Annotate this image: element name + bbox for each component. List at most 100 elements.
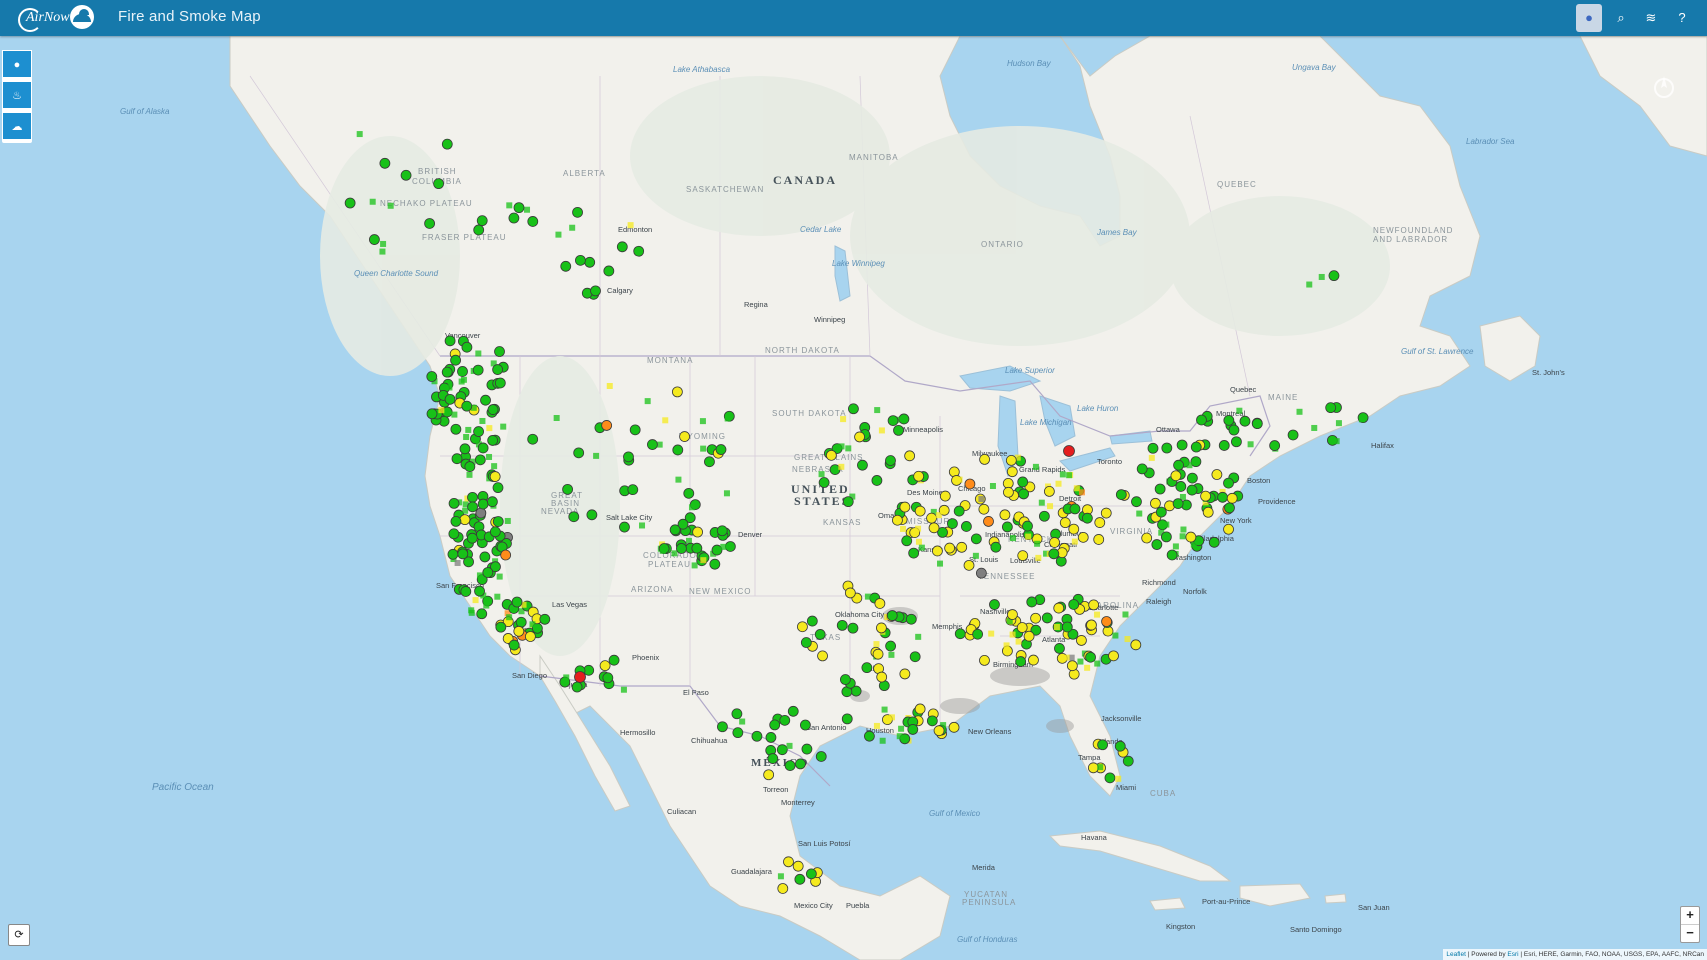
monitor-marker[interactable] xyxy=(944,542,956,554)
monitor-marker[interactable] xyxy=(426,408,438,420)
monitor-marker[interactable] xyxy=(489,471,501,482)
monitor-marker[interactable] xyxy=(572,206,583,218)
monitor-marker[interactable] xyxy=(848,403,859,415)
monitor-marker[interactable] xyxy=(933,725,945,737)
monitor-marker[interactable] xyxy=(584,256,596,268)
monitor-marker[interactable] xyxy=(1122,755,1134,767)
monitor-marker[interactable] xyxy=(1076,635,1087,646)
sensor-marker[interactable] xyxy=(1190,541,1197,548)
monitor-marker[interactable] xyxy=(527,433,539,445)
sensor-marker[interactable] xyxy=(1059,471,1066,478)
monitor-marker[interactable] xyxy=(1218,440,1230,451)
monitor-marker[interactable] xyxy=(956,541,968,553)
sensor-marker[interactable] xyxy=(639,522,646,529)
monitor-marker[interactable] xyxy=(676,543,687,554)
sensor-marker[interactable] xyxy=(1003,642,1010,649)
sensor-marker[interactable] xyxy=(1318,273,1325,280)
monitor-marker[interactable] xyxy=(885,455,896,466)
monitor-marker[interactable] xyxy=(500,549,512,561)
sensor-marker[interactable] xyxy=(479,417,486,424)
monitor-marker[interactable] xyxy=(1151,539,1163,550)
monitor-marker[interactable] xyxy=(1217,491,1228,503)
sensor-marker[interactable] xyxy=(379,248,386,255)
sensor-marker[interactable] xyxy=(506,614,513,621)
monitor-marker[interactable] xyxy=(1087,762,1099,774)
monitor-marker[interactable] xyxy=(450,354,461,366)
monitor-marker[interactable] xyxy=(1239,415,1251,427)
monitor-marker[interactable] xyxy=(864,730,875,742)
sensor-marker[interactable] xyxy=(838,463,845,470)
monitor-marker[interactable] xyxy=(876,622,887,634)
monitor-marker[interactable] xyxy=(444,335,456,347)
sensor-marker[interactable] xyxy=(1124,636,1131,643)
monitor-marker[interactable] xyxy=(1170,470,1182,482)
sensor-marker[interactable] xyxy=(627,222,634,229)
sensor-marker[interactable] xyxy=(458,378,465,385)
sensor-marker[interactable] xyxy=(446,384,453,391)
monitor-marker[interactable] xyxy=(1172,498,1184,510)
monitor-marker[interactable] xyxy=(1104,772,1116,784)
monitor-marker[interactable] xyxy=(1147,442,1159,454)
search-button[interactable]: ⌕ xyxy=(1608,4,1634,32)
sensor-marker[interactable] xyxy=(1047,503,1054,510)
sensor-marker[interactable] xyxy=(845,445,852,452)
monitor-marker[interactable] xyxy=(1154,483,1166,495)
monitor-marker[interactable] xyxy=(457,548,469,560)
monitor-marker[interactable] xyxy=(978,503,990,515)
monitor-marker[interactable] xyxy=(709,558,721,570)
monitor-marker[interactable] xyxy=(492,364,504,375)
monitor-marker[interactable] xyxy=(447,548,459,560)
sensor-marker[interactable] xyxy=(1115,775,1122,782)
monitor-marker[interactable] xyxy=(1094,517,1106,528)
monitor-marker[interactable] xyxy=(1069,503,1081,515)
sensor-marker[interactable] xyxy=(724,415,731,422)
monitor-marker[interactable] xyxy=(1006,466,1018,478)
sensor-marker[interactable] xyxy=(1333,438,1340,445)
monitor-marker[interactable] xyxy=(691,542,703,554)
monitor-marker[interactable] xyxy=(899,501,911,513)
monitor-marker[interactable] xyxy=(590,285,601,297)
monitor-marker[interactable] xyxy=(1175,481,1187,492)
basemap[interactable]: CANADA UNITED STATES MÉXICO CUBA BRITISH… xyxy=(0,36,1707,960)
monitor-marker[interactable] xyxy=(629,424,641,436)
sensor-marker[interactable] xyxy=(1025,533,1032,540)
monitor-marker[interactable] xyxy=(1002,477,1014,489)
sensor-marker[interactable] xyxy=(878,427,885,434)
sensor-marker[interactable] xyxy=(879,737,886,744)
monitor-marker[interactable] xyxy=(999,509,1011,521)
sensor-marker[interactable] xyxy=(486,453,493,460)
monitor-marker[interactable] xyxy=(914,703,926,715)
monitor-marker[interactable] xyxy=(1001,521,1013,533)
sensor-marker[interactable] xyxy=(1311,424,1318,431)
sensor-marker[interactable] xyxy=(1055,480,1062,487)
sensor-marker[interactable] xyxy=(864,593,871,600)
monitor-marker[interactable] xyxy=(1223,523,1234,535)
monitor-marker[interactable] xyxy=(825,449,837,461)
monitor-marker[interactable] xyxy=(751,730,763,742)
sensor-marker[interactable] xyxy=(1247,441,1254,448)
sensor-marker[interactable] xyxy=(873,641,880,648)
monitor-marker[interactable] xyxy=(473,426,484,437)
monitor-marker[interactable] xyxy=(769,719,781,731)
monitor-marker[interactable] xyxy=(975,567,987,579)
monitor-marker[interactable] xyxy=(1115,489,1127,501)
monitor-marker[interactable] xyxy=(909,651,921,663)
monitor-marker[interactable] xyxy=(586,509,598,521)
monitor-marker[interactable] xyxy=(1059,517,1071,529)
monitor-marker[interactable] xyxy=(704,456,715,468)
monitor-marker[interactable] xyxy=(1251,418,1263,430)
monitor-marker[interactable] xyxy=(1224,502,1235,514)
sensor-marker[interactable] xyxy=(1148,454,1155,461)
sensor-marker[interactable] xyxy=(688,504,695,511)
sensor-marker[interactable] xyxy=(988,630,995,637)
monitor-marker[interactable] xyxy=(1161,442,1173,454)
monitor-marker[interactable] xyxy=(783,856,794,868)
sensor-marker[interactable] xyxy=(458,369,465,376)
monitor-marker[interactable] xyxy=(854,431,865,443)
sensor-marker[interactable] xyxy=(1296,408,1303,415)
monitor-marker[interactable] xyxy=(765,732,777,743)
sensor-marker[interactable] xyxy=(691,562,698,569)
monitor-marker[interactable] xyxy=(795,758,806,770)
monitor-marker[interactable] xyxy=(467,491,478,503)
monitor-marker[interactable] xyxy=(1026,596,1038,608)
